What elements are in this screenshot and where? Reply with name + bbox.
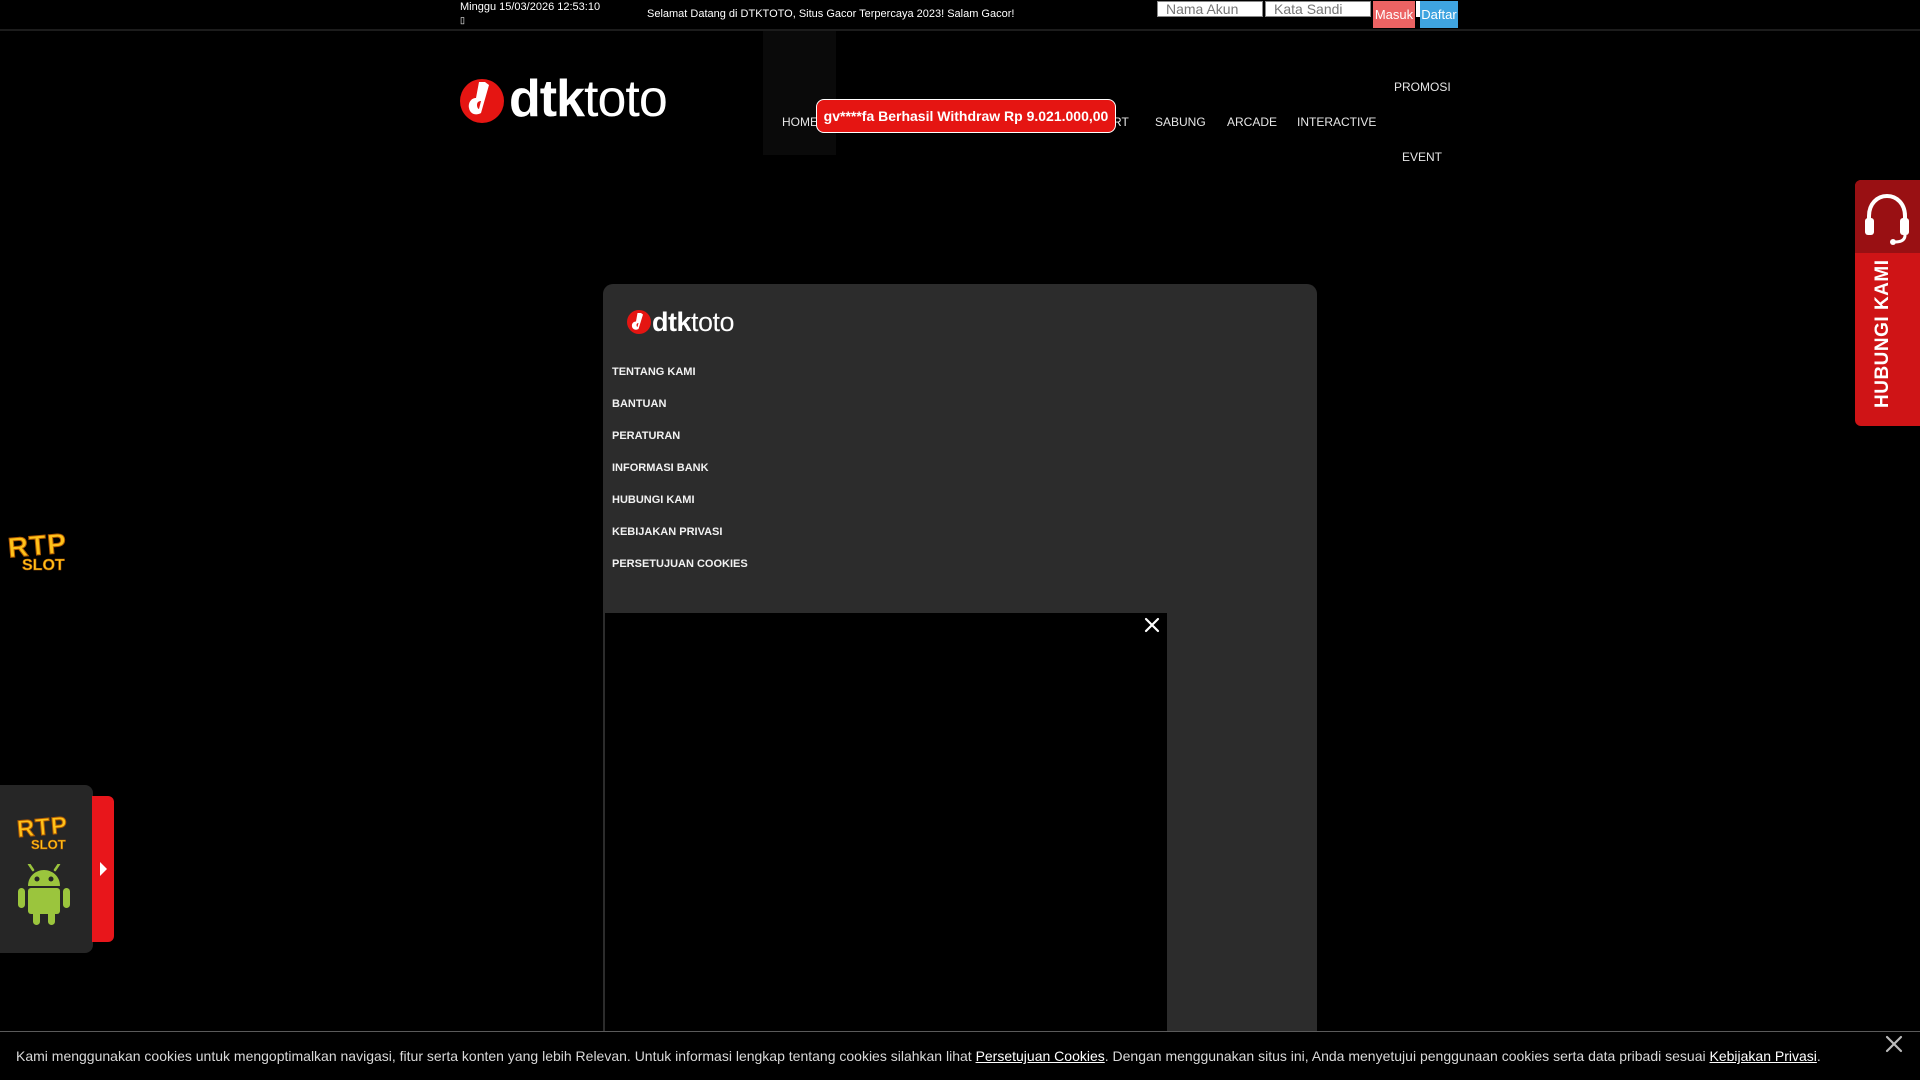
nav-sabung[interactable]: SABUNG — [1155, 115, 1206, 129]
popup-overlay — [605, 613, 1167, 1080]
footer-link-cookies[interactable]: PERSETUJUAN COOKIES — [612, 558, 748, 570]
app-panel-toggle[interactable] — [92, 796, 114, 942]
nav-interactive[interactable]: INTERACTIVE — [1297, 115, 1376, 129]
nav-home[interactable]: HOME — [782, 115, 818, 129]
cookie-text-middle: . Dengan menggunakan situs ini, Anda men… — [1104, 1048, 1710, 1064]
nav-event[interactable]: EVENT — [1402, 150, 1442, 164]
headset-icon — [1865, 193, 1909, 245]
footer-logo-mark-icon — [627, 310, 651, 334]
cookie-close-icon[interactable] — [1882, 1032, 1906, 1056]
footer-logo-suffix: toto — [691, 307, 735, 337]
privacy-policy-link[interactable]: Kebijakan Privasi — [1710, 1048, 1817, 1064]
password-input[interactable] — [1265, 1, 1371, 17]
support-label: HUBUNGI KAMI — [1872, 259, 1893, 409]
app-rtp-label: RTP — [15, 811, 70, 844]
logo-suffix: toto — [584, 70, 668, 128]
footer-logo-prefix: dtk — [652, 307, 692, 337]
footer-link-about[interactable]: TENTANG KAMI — [612, 366, 696, 378]
site-logo[interactable]: dtktoto — [459, 70, 699, 131]
footer-logo-wordmark: dtktoto — [652, 307, 735, 338]
cookie-policy-link[interactable]: Persetujuan Cookies — [976, 1048, 1105, 1064]
nav-arcade[interactable]: ARCADE — [1227, 115, 1277, 129]
android-icon[interactable] — [14, 862, 74, 931]
nav-promosi[interactable]: PROMOSI — [1394, 80, 1451, 94]
cookie-message: Kami menggunakan cookies untuk mengoptim… — [16, 1048, 1821, 1064]
rtp-slot-badge[interactable]: RTP SLOT — [6, 527, 69, 574]
footer-link-help[interactable]: BANTUAN — [612, 398, 666, 410]
withdraw-ticker: gv****fa Berhasil Withdraw Rp 9.021.000,… — [816, 99, 1116, 133]
support-tab-header[interactable] — [1855, 180, 1920, 253]
login-button[interactable]: Masuk — [1373, 1, 1415, 28]
chevron-right-icon — [100, 862, 107, 876]
welcome-message: Selamat Datang di DTKTOTO, Situs Gacor T… — [647, 8, 1015, 20]
footer-link-contact[interactable]: HUBUNGI KAMI — [612, 494, 695, 506]
cookie-text-before: Kami menggunakan cookies untuk mengoptim… — [16, 1048, 976, 1064]
footer-link-bank-info[interactable]: INFORMASI BANK — [612, 462, 709, 474]
clock: Minggu 15/03/2026 12:53:10 ▯ — [460, 1, 620, 27]
footer-link-rules[interactable]: PERATURAN — [612, 430, 680, 442]
clock-glyph: ▯ — [460, 15, 465, 25]
popup-close-icon[interactable] — [1139, 612, 1165, 638]
logo-prefix: dtk — [509, 70, 585, 128]
register-button[interactable]: Daftar — [1420, 1, 1458, 28]
app-panel-rtp-badge[interactable]: RTP SLOT — [15, 811, 70, 851]
nav-active-highlight — [763, 31, 836, 155]
username-input[interactable] — [1157, 1, 1263, 17]
clock-datetime: Minggu 15/03/2026 12:53:10 — [460, 1, 601, 13]
logo-wordmark: dtktoto — [509, 69, 668, 129]
footer-link-privacy[interactable]: KEBIJAKAN PRIVASI — [612, 526, 722, 538]
cookie-text-after: . — [1816, 1048, 1821, 1064]
rtp-label: RTP — [6, 527, 69, 564]
